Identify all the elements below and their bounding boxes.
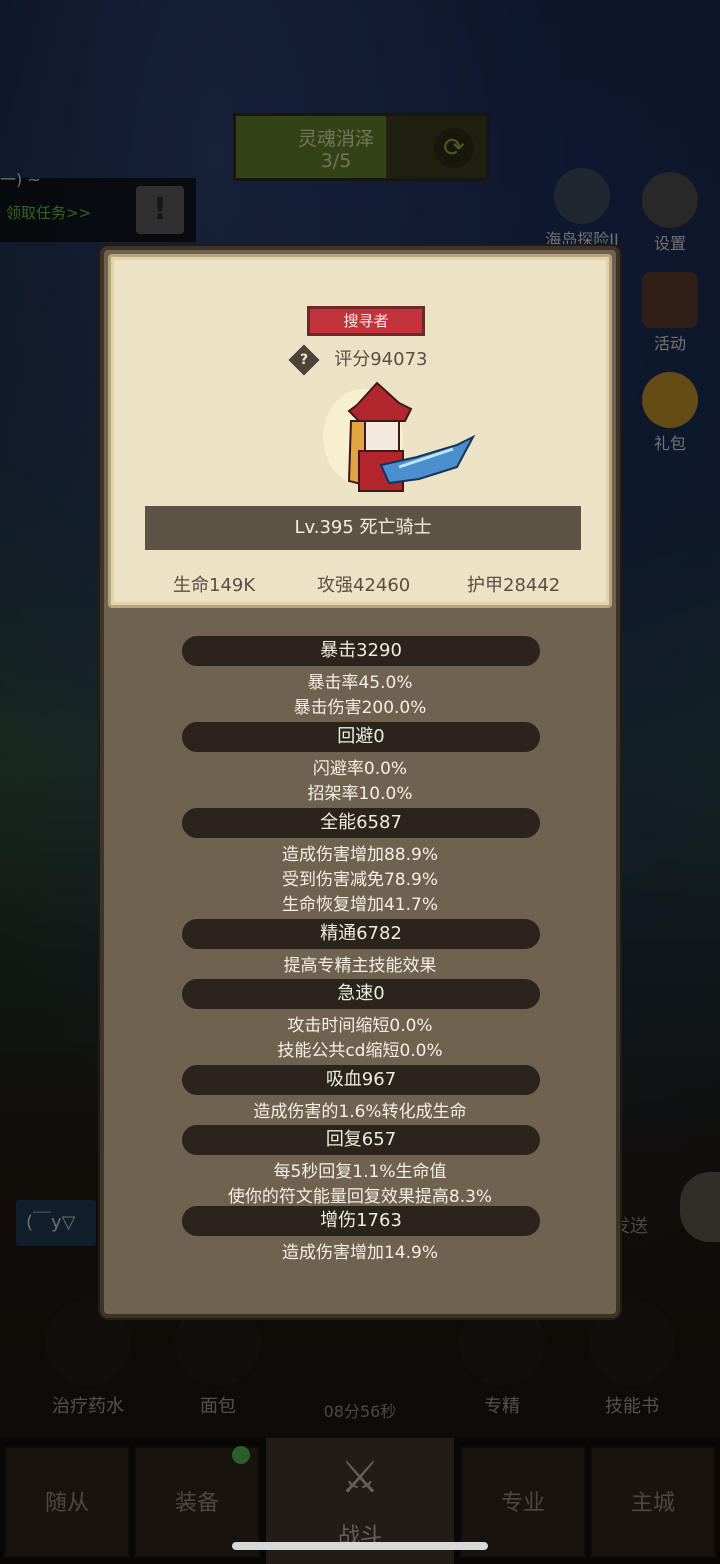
stat-detail: 生命恢复增加41.7% bbox=[281, 895, 438, 915]
character-name-bar: Lv.395 死亡骑士 bbox=[145, 506, 581, 550]
stat-header: 回复657 bbox=[182, 1125, 540, 1155]
stat-header: 增伤1763 bbox=[182, 1206, 540, 1236]
stat-detail: 暴击率45.0% bbox=[307, 673, 413, 693]
stat-detail: 暴击伤害200.0% bbox=[293, 698, 427, 718]
stat-detail: 受到伤害减免78.9% bbox=[281, 870, 438, 890]
home-indicator bbox=[232, 1542, 488, 1550]
stat-detail: 使你的符文能量回复效果提高8.3% bbox=[227, 1187, 493, 1207]
stat-header: 回避0 bbox=[182, 722, 540, 752]
stat-detail: 闪避率0.0% bbox=[312, 759, 408, 779]
stat-detail: 每5秒回复1.1%生命值 bbox=[273, 1162, 447, 1182]
character-stats-modal: 搜寻者 ? 评分94073 Lv.395 死亡骑士 生命149K 攻强42460… bbox=[100, 246, 620, 1318]
health-stat: 生命149K bbox=[173, 575, 256, 596]
stat-detail: 造成伤害的1.6%转化成生命 bbox=[253, 1102, 467, 1122]
stat-detail: 攻击时间缩短0.0% bbox=[287, 1016, 433, 1036]
stat-detail: 提高专精主技能效果 bbox=[283, 956, 437, 976]
help-icon[interactable]: ? bbox=[287, 344, 320, 376]
stat-detail: 技能公共cd缩短0.0% bbox=[277, 1041, 443, 1061]
score-value: 评分94073 bbox=[334, 349, 428, 370]
death-knight-portrait bbox=[323, 381, 476, 492]
stat-detail: 造成伤害增加14.9% bbox=[281, 1243, 438, 1263]
basic-stats: 生命149K 攻强42460 护甲28442 bbox=[111, 571, 609, 596]
score-row: ? 评分94073 bbox=[111, 344, 609, 376]
attack-power-stat: 攻强42460 bbox=[317, 575, 411, 596]
stat-header: 精通6782 bbox=[182, 919, 540, 949]
armor-stat: 护甲28442 bbox=[467, 575, 561, 596]
stat-header: 暴击3290 bbox=[182, 636, 540, 666]
rank-badge: 搜寻者 bbox=[307, 306, 425, 336]
stat-detail: 招架率10.0% bbox=[307, 784, 413, 804]
stat-header: 全能6587 bbox=[182, 808, 540, 838]
stat-header: 吸血967 bbox=[182, 1065, 540, 1095]
character-card: 搜寻者 ? 评分94073 Lv.395 死亡骑士 生命149K 攻强42460… bbox=[108, 254, 612, 608]
stat-header: 急速0 bbox=[182, 979, 540, 1009]
stat-detail: 造成伤害增加88.9% bbox=[281, 845, 438, 865]
